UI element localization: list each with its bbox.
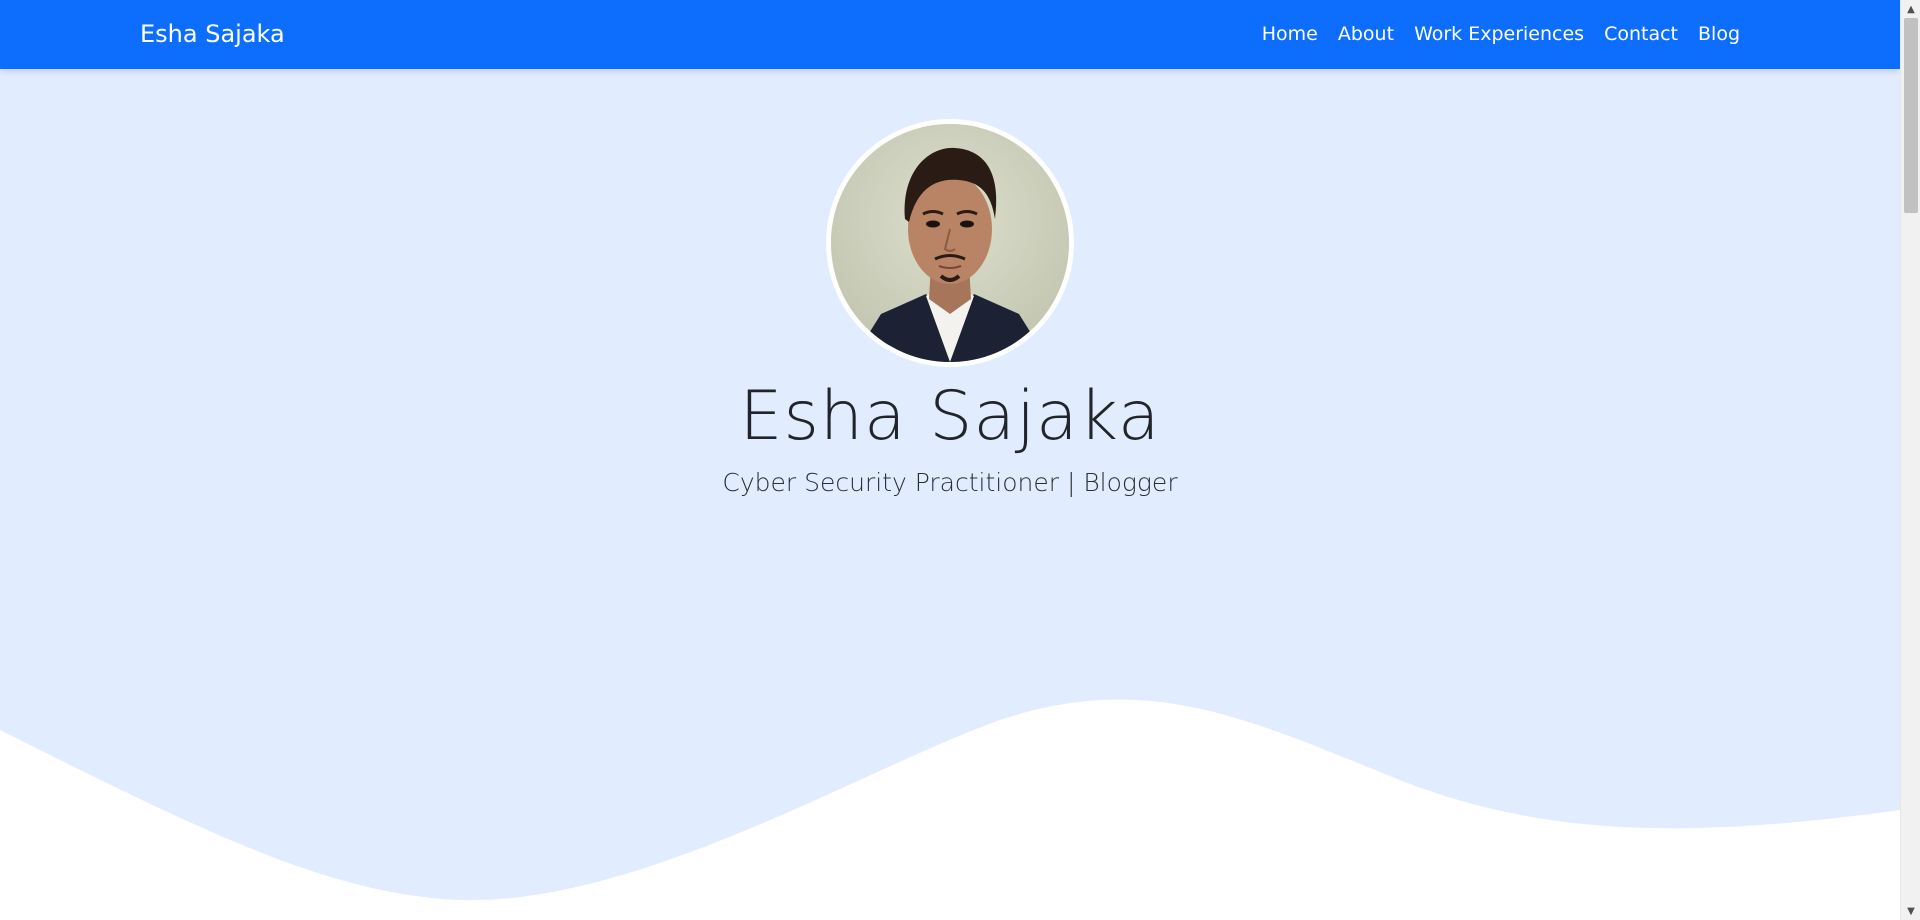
scroll-up-arrow-icon[interactable]: ▲ [1901, 0, 1920, 18]
nav-link-contact[interactable]: Contact [1594, 0, 1688, 69]
nav-link-blog[interactable]: Blog [1688, 0, 1750, 69]
nav-link-home[interactable]: Home [1252, 0, 1328, 69]
profile-photo-icon [831, 124, 1069, 362]
vertical-scrollbar[interactable]: ▲ ▼ [1900, 0, 1920, 920]
scrollbar-thumb[interactable] [1904, 18, 1918, 213]
hero-name: Esha Sajaka [739, 377, 1161, 456]
nav-links: Home About Work Experiences Contact Blog [1252, 0, 1750, 69]
viewport: Esha Sajaka Home About Work Experiences … [0, 0, 1900, 920]
nav-link-about[interactable]: About [1328, 0, 1404, 69]
navbar: Esha Sajaka Home About Work Experiences … [0, 0, 1900, 69]
nav-link-work-experiences[interactable]: Work Experiences [1404, 0, 1594, 69]
page: Esha Sajaka Home About Work Experiences … [0, 0, 1920, 920]
hero-tagline: Cyber Security Practitioner | Blogger [722, 468, 1178, 497]
navbar-brand[interactable]: Esha Sajaka [140, 0, 285, 69]
profile-avatar [826, 119, 1074, 367]
hero-wave-divider [0, 699, 1900, 920]
scroll-down-arrow-icon[interactable]: ▼ [1901, 902, 1920, 920]
